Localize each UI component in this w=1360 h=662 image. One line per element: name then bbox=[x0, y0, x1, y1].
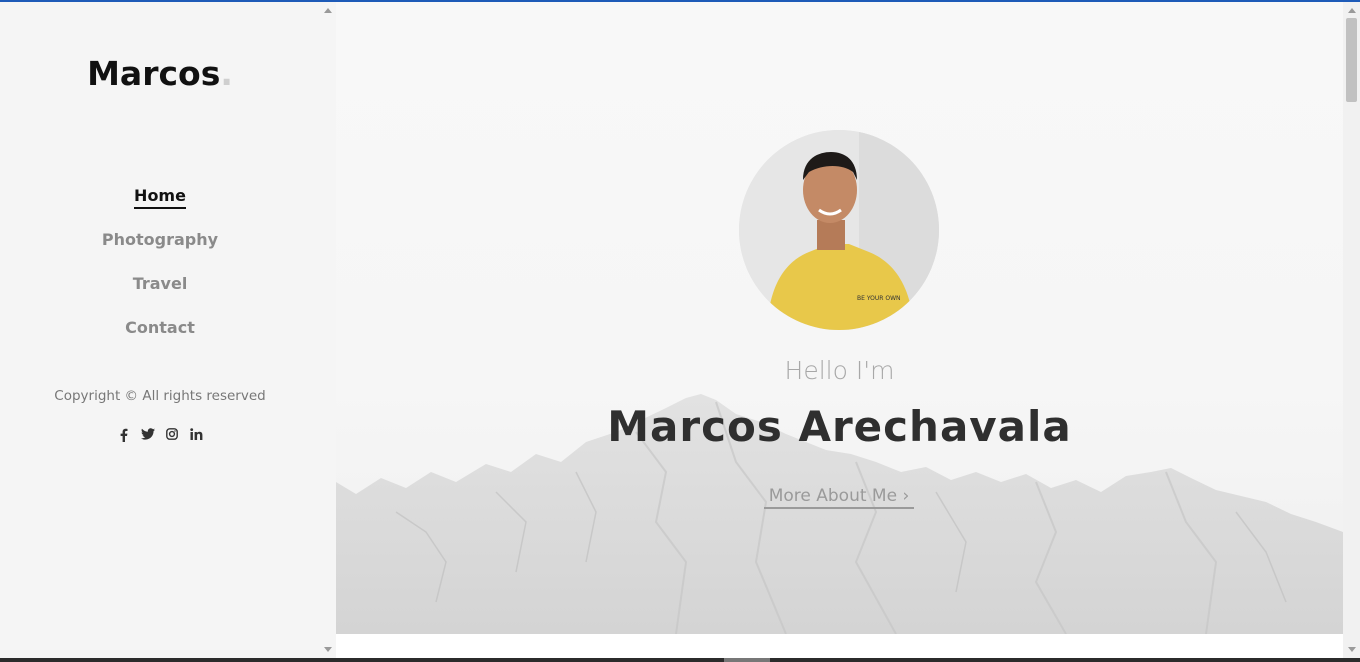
content-below-hero bbox=[336, 634, 1343, 658]
twitter-icon[interactable] bbox=[141, 428, 155, 444]
main-nav: Home Photography Travel Contact bbox=[0, 186, 320, 362]
hero-section: BE YOUR OWN Hello I'm Marcos Arechavala … bbox=[336, 2, 1343, 634]
brand-name: Marcos bbox=[87, 54, 221, 93]
sidebar: Marcos. Home Photography Travel Contact … bbox=[0, 2, 320, 658]
linkedin-icon[interactable] bbox=[189, 428, 203, 444]
scroll-up-arrow-icon[interactable] bbox=[324, 8, 332, 13]
nav-item-photography[interactable]: Photography bbox=[0, 230, 320, 274]
facebook-icon[interactable] bbox=[117, 428, 131, 444]
nav-item-travel[interactable]: Travel bbox=[0, 274, 320, 318]
nav-item-label: Contact bbox=[125, 318, 195, 337]
horizontal-scrollbar[interactable] bbox=[0, 658, 1360, 662]
hero-greeting: Hello I'm bbox=[784, 356, 895, 385]
sidebar-scrollbar[interactable] bbox=[320, 2, 336, 658]
more-about-me-link[interactable]: More About Me › bbox=[764, 486, 914, 509]
nav-item-label: Home bbox=[134, 186, 186, 209]
nav-item-label: Photography bbox=[101, 230, 219, 249]
social-links bbox=[0, 428, 320, 444]
page-scroll-down-arrow-icon[interactable] bbox=[1348, 647, 1356, 652]
page-scroll-thumb[interactable] bbox=[1346, 18, 1357, 102]
svg-text:BE YOUR OWN: BE YOUR OWN bbox=[857, 295, 901, 302]
brand-dot: . bbox=[220, 54, 233, 93]
nav-item-label: Travel bbox=[132, 274, 188, 293]
horizontal-scroll-thumb[interactable] bbox=[724, 658, 770, 662]
page-scrollbar[interactable] bbox=[1343, 2, 1360, 658]
page-scroll-up-arrow-icon[interactable] bbox=[1348, 8, 1356, 13]
nav-item-contact[interactable]: Contact bbox=[0, 318, 320, 362]
scroll-down-arrow-icon[interactable] bbox=[324, 647, 332, 652]
instagram-icon[interactable] bbox=[165, 428, 179, 444]
brand-logo[interactable]: Marcos. bbox=[0, 54, 320, 93]
profile-avatar: BE YOUR OWN bbox=[739, 130, 939, 330]
hero-name: Marcos Arechavala bbox=[607, 402, 1072, 451]
copyright-text: Copyright © All rights reserved bbox=[54, 388, 266, 404]
nav-item-home[interactable]: Home bbox=[0, 186, 320, 230]
